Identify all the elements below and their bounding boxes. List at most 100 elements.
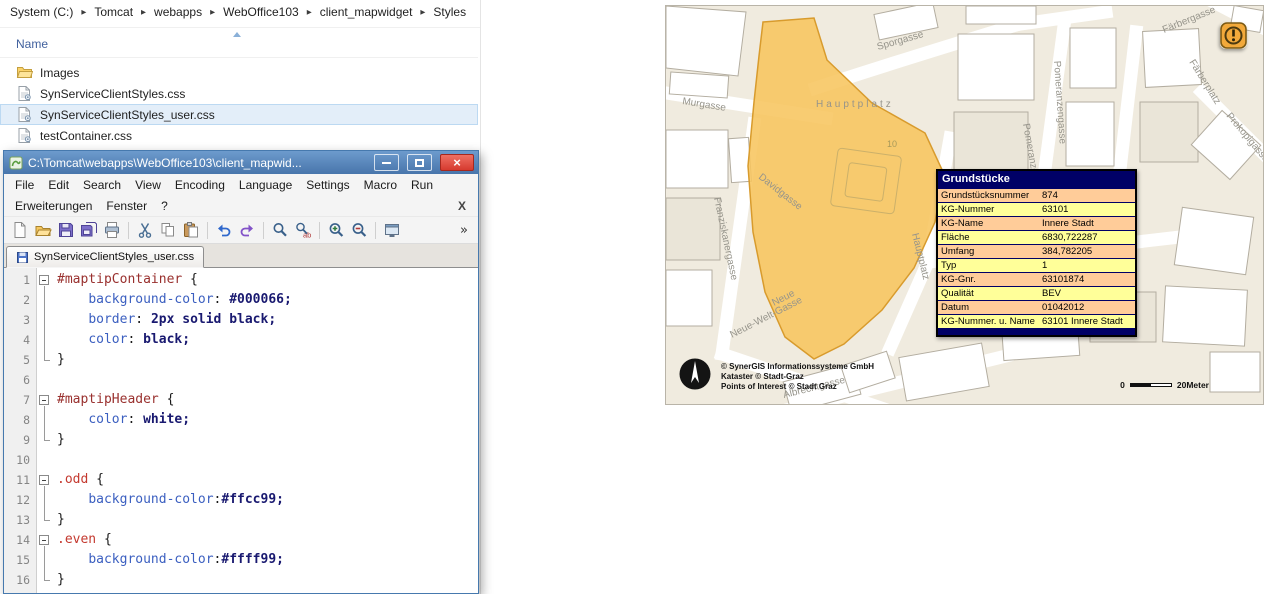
redo-icon: [238, 221, 256, 239]
title-bar[interactable]: C:\Tomcat\webapps\WebOffice103\client_ma…: [4, 151, 478, 174]
menu-item-view[interactable]: View: [128, 178, 168, 192]
map-widget[interactable]: 10 Murgasse Sporgasse Hauptplatz Davidgasse…: [665, 5, 1264, 405]
cut-button[interactable]: [134, 219, 156, 241]
file-row[interactable]: Images: [0, 62, 478, 83]
css-file-icon: [16, 106, 33, 123]
menu-item-encoding[interactable]: Encoding: [168, 178, 232, 192]
redo-button[interactable]: [236, 219, 258, 241]
close-button[interactable]: ×: [440, 154, 474, 171]
new-file-button[interactable]: [9, 219, 31, 241]
fold-cell: [37, 370, 52, 390]
toolbar-separator: [263, 221, 264, 239]
breadcrumb-item[interactable]: Styles: [431, 5, 468, 19]
tab-bar: SynServiceClientStyles_user.css: [4, 244, 478, 268]
breadcrumb-arrow-icon: ▶: [420, 8, 426, 16]
menu-item-file[interactable]: File: [8, 178, 41, 192]
zoom-in-button[interactable]: [325, 219, 347, 241]
column-header-divider: [0, 57, 478, 58]
maptip-field-label: Umfang: [941, 246, 975, 257]
breadcrumb-arrow-icon: ▶: [210, 8, 216, 16]
breadcrumb-item[interactable]: System (C:): [8, 5, 75, 19]
attribution-line: © SynerGIS Informationssysteme GmbH: [721, 362, 875, 371]
open-file-button[interactable]: [32, 219, 54, 241]
fold-cell: [37, 330, 52, 350]
column-header-name[interactable]: Name: [16, 37, 48, 51]
fold-collapse-icon[interactable]: [39, 475, 49, 485]
menu-item-language[interactable]: Language: [232, 178, 299, 192]
toolbar-buttons: ab: [9, 219, 403, 241]
maptip-field-label: KG-Nummer: [941, 204, 995, 215]
maptip-field-label: Qualität: [941, 288, 974, 299]
find-button[interactable]: [269, 219, 291, 241]
copy-button[interactable]: [157, 219, 179, 241]
minimize-button[interactable]: [374, 154, 399, 171]
menu-item-help[interactable]: ?: [154, 199, 175, 213]
code-line: .even {: [57, 532, 112, 547]
maptip-field-value: 1: [1042, 260, 1048, 271]
print-button[interactable]: [101, 219, 123, 241]
view-doc-button[interactable]: [381, 219, 403, 241]
maptip-field-label: Fläche: [941, 232, 970, 243]
file-row[interactable]: SynServiceClientStyles.css: [0, 83, 478, 104]
css-file-icon: [16, 127, 33, 144]
print-icon: [103, 221, 121, 239]
menu-item-erweiterungen[interactable]: Erweiterungen: [8, 199, 99, 213]
save-all-button[interactable]: [78, 219, 100, 241]
attribution-line: Kataster © Stadt-Graz: [721, 372, 804, 381]
breadcrumb-item[interactable]: WebOffice103: [221, 5, 301, 19]
maptip-row: Umfang 384,782205: [938, 245, 1135, 258]
code-editor[interactable]: 1 2 3 4 5 6 7 8 9 10 11 12 13 14 15 16 #maptipContainer…: [4, 268, 478, 593]
menu-item-macro[interactable]: Macro: [357, 178, 404, 192]
fold-cell: [37, 550, 52, 570]
maptip-row: KG-Nummer. u. Name 63101 Innere Stadt: [938, 315, 1135, 328]
undo-button[interactable]: [213, 219, 235, 241]
view-doc-icon: [383, 221, 401, 239]
line-number: 16: [16, 573, 30, 587]
maptip-field-label: Typ: [941, 260, 957, 271]
paste-button[interactable]: [180, 219, 202, 241]
breadcrumb-arrow-icon: ▶: [141, 8, 147, 16]
line-number: 10: [16, 453, 30, 467]
maptip-field-label: Datum: [941, 302, 969, 313]
file-row[interactable]: testContainer.css: [0, 125, 478, 146]
maximize-button[interactable]: [407, 154, 432, 171]
fold-cell: [37, 410, 52, 430]
map-warning-icon[interactable]: [1220, 22, 1247, 49]
menu-item-fenster[interactable]: Fenster: [99, 199, 154, 213]
scale-bar: 0 20Meter: [1120, 380, 1209, 390]
notepadpp-window: C:\Tomcat\webapps\WebOffice103\client_ma…: [3, 150, 479, 594]
breadcrumb-item[interactable]: Tomcat: [92, 5, 135, 19]
menu-item-run[interactable]: Run: [404, 178, 440, 192]
fold-collapse-icon[interactable]: [39, 535, 49, 545]
maptip-field-value: 63101: [1042, 204, 1069, 215]
menu-item-edit[interactable]: Edit: [41, 178, 76, 192]
file-row[interactable]: SynServiceClientStyles_user.css: [0, 104, 478, 125]
maptip-row: KG-Gnr. 63101874: [938, 273, 1135, 286]
tab-active[interactable]: SynServiceClientStyles_user.css: [6, 246, 205, 268]
fold-collapse-icon[interactable]: [39, 275, 49, 285]
replace-button[interactable]: ab: [292, 219, 314, 241]
code-line: }: [57, 572, 65, 587]
line-number: 12: [16, 493, 30, 507]
toolbar-separator: [128, 221, 129, 239]
breadcrumb-item[interactable]: client_mapwidget: [318, 5, 415, 19]
fold-cell: [37, 530, 52, 550]
toolbar-overflow-button[interactable]: »: [460, 223, 473, 238]
menubar-close-button[interactable]: X: [458, 199, 474, 213]
code-area[interactable]: #maptipContainer { background-color: #00…: [52, 268, 478, 593]
fold-cell: [37, 430, 52, 450]
fold-collapse-icon[interactable]: [39, 395, 49, 405]
save-button[interactable]: [55, 219, 77, 241]
line-number: 9: [23, 433, 30, 447]
zoom-out-button[interactable]: [348, 219, 370, 241]
maptip-row: Typ 1: [938, 259, 1135, 272]
file-list: Images SynServiceClientStyles.css SynServi…: [0, 62, 478, 146]
menu-item-settings[interactable]: Settings: [299, 178, 356, 192]
fold-margin[interactable]: [37, 268, 52, 593]
line-number: 8: [23, 413, 30, 427]
maptip-row: KG-Nummer 63101: [938, 203, 1135, 216]
menu-item-search[interactable]: Search: [76, 178, 128, 192]
breadcrumb-item[interactable]: webapps: [152, 5, 204, 19]
scale-end-label: 20Meter: [1176, 380, 1209, 390]
